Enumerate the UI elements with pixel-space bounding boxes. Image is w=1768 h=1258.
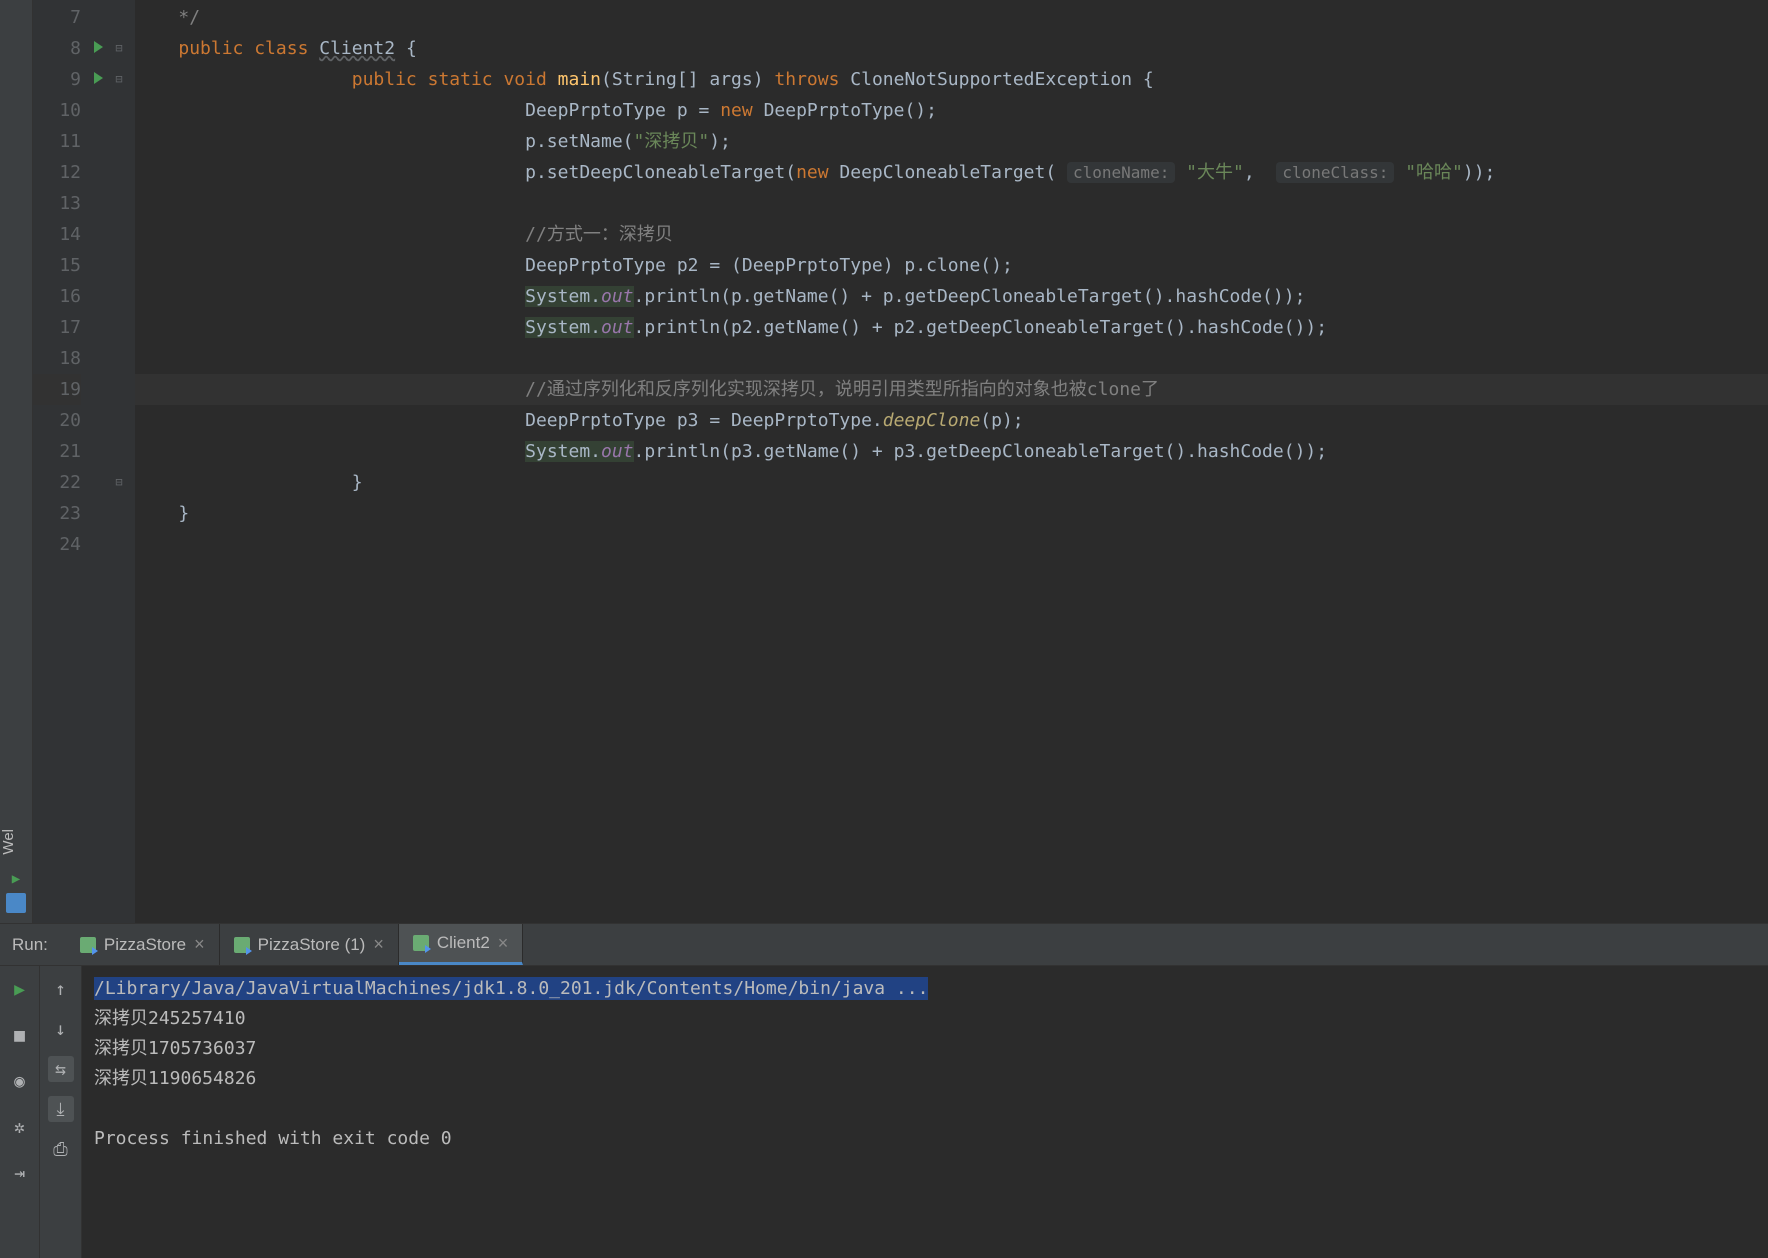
fold-marker[interactable]: ⊟ [103, 467, 135, 498]
code-line[interactable]: DeepPrptoType p3 = DeepPrptoType.deepClo… [135, 405, 1768, 436]
run-config-icon [234, 937, 250, 953]
code-line[interactable]: DeepPrptoType p2 = (DeepPrptoType) p.clo… [135, 250, 1768, 281]
fold-marker[interactable] [103, 405, 135, 436]
code-line[interactable]: } [135, 467, 1768, 498]
line-number[interactable]: 16 [33, 281, 81, 312]
run-gutter-icon[interactable] [94, 72, 103, 84]
run-gutter-icon[interactable] [94, 41, 103, 53]
line-number[interactable]: 24 [33, 529, 81, 560]
console-line: 深拷贝1190654826 [94, 1064, 1756, 1094]
bug-icon[interactable]: ✲ [7, 1114, 33, 1140]
close-icon[interactable]: × [498, 933, 509, 954]
code-editor[interactable]: */ public class Client2 { public static … [135, 0, 1768, 923]
line-number[interactable]: 7 [33, 2, 81, 33]
code-line[interactable]: System.out.println(p.getName() + p.getDe… [135, 281, 1768, 312]
code-line[interactable]: p.setName("深拷贝"); [135, 126, 1768, 157]
exit-icon[interactable]: ⇥ [7, 1160, 33, 1186]
fold-column[interactable]: ⊟⊟⊟ [103, 0, 135, 923]
fold-marker[interactable] [103, 250, 135, 281]
code-line[interactable] [135, 188, 1768, 219]
code-line[interactable]: */ [135, 2, 1768, 33]
fold-marker[interactable] [103, 529, 135, 560]
code-line[interactable]: public class Client2 { [135, 33, 1768, 64]
code-line[interactable]: //方式一：深拷贝 [135, 219, 1768, 250]
code-line[interactable]: System.out.println(p3.getName() + p3.get… [135, 436, 1768, 467]
run-panel: Run: PizzaStore×PizzaStore (1)×Client2× … [0, 923, 1768, 1258]
code-line[interactable]: System.out.println(p2.getName() + p2.get… [135, 312, 1768, 343]
code-line[interactable]: p.setDeepCloneableTarget(new DeepCloneab… [135, 157, 1768, 188]
console-line: 深拷贝245257410 [94, 1004, 1756, 1034]
run-toolbar-col1: ▶ ■ ◉ ✲ ⇥ [0, 966, 40, 1258]
line-number[interactable]: 11 [33, 126, 81, 157]
sidebar-label[interactable]: Wel [0, 823, 32, 861]
rerun-icon[interactable]: ▶ [7, 976, 33, 1002]
fold-marker[interactable] [103, 281, 135, 312]
fold-marker[interactable] [103, 312, 135, 343]
run-config-icon [413, 935, 429, 951]
fold-marker[interactable] [103, 126, 135, 157]
line-number[interactable]: 14 [33, 219, 81, 250]
line-number[interactable]: 19 [33, 374, 81, 405]
console-line: /Library/Java/JavaVirtualMachines/jdk1.8… [94, 974, 1756, 1004]
line-number[interactable]: 15 [33, 250, 81, 281]
line-number[interactable]: 20 [33, 405, 81, 436]
fold-marker[interactable] [103, 343, 135, 374]
code-line[interactable] [135, 343, 1768, 374]
fold-marker[interactable] [103, 95, 135, 126]
fold-marker[interactable]: ⊟ [103, 64, 135, 95]
run-tab-label: PizzaStore [104, 935, 186, 955]
run-tab-label: PizzaStore (1) [258, 935, 366, 955]
close-icon[interactable]: × [373, 934, 384, 955]
line-number[interactable]: 8 [33, 33, 81, 64]
fold-marker[interactable]: ⊟ [103, 33, 135, 64]
line-number[interactable]: 21 [33, 436, 81, 467]
line-number[interactable]: 17 [33, 312, 81, 343]
run-tab[interactable]: PizzaStore (1) × [220, 924, 399, 965]
play-icon[interactable]: ▶ [12, 871, 20, 887]
console-output[interactable]: /Library/Java/JavaVirtualMachines/jdk1.8… [82, 966, 1768, 1258]
line-number[interactable]: 13 [33, 188, 81, 219]
stop-icon[interactable]: ■ [7, 1022, 33, 1048]
fold-marker[interactable] [103, 374, 135, 405]
code-line[interactable]: } [135, 498, 1768, 529]
line-number-gutter[interactable]: 789101112131415161718192021222324 [33, 0, 103, 923]
fold-marker[interactable] [103, 219, 135, 250]
run-tab[interactable]: Client2 × [399, 924, 523, 965]
console-line: Process finished with exit code 0 [94, 1124, 1756, 1154]
run-tab[interactable]: PizzaStore × [66, 924, 220, 965]
scroll-to-end-icon[interactable]: ⤓ [48, 1096, 74, 1122]
arrow-up-icon[interactable]: ↑ [48, 976, 74, 1002]
line-number[interactable]: 23 [33, 498, 81, 529]
run-toolbar-col2: ↑ ↓ ⇆ ⤓ ⎙ [40, 966, 82, 1258]
soft-wrap-icon[interactable]: ⇆ [48, 1056, 74, 1082]
structure-icon[interactable] [6, 893, 26, 913]
code-line[interactable]: //通过序列化和反序列化实现深拷贝，说明引用类型所指向的对象也被clone了 [135, 374, 1768, 405]
close-icon[interactable]: × [194, 934, 205, 955]
code-line[interactable]: DeepPrptoType p = new DeepPrptoType(); [135, 95, 1768, 126]
left-tool-sidebar: Wel ▶ [0, 0, 33, 923]
run-tab-bar: Run: PizzaStore × PizzaStore (1) × Client2 × [0, 924, 1768, 966]
editor-area: Wel ▶ 789101112131415161718192021222324 … [0, 0, 1768, 923]
code-line[interactable] [135, 529, 1768, 560]
fold-marker[interactable] [103, 188, 135, 219]
line-number[interactable]: 10 [33, 95, 81, 126]
camera-icon[interactable]: ◉ [7, 1068, 33, 1094]
run-tab-label: Client2 [437, 933, 490, 953]
console-line: 深拷贝1705736037 [94, 1034, 1756, 1064]
fold-marker[interactable] [103, 436, 135, 467]
line-number[interactable]: 18 [33, 343, 81, 374]
console-line [94, 1094, 1756, 1124]
fold-marker[interactable] [103, 498, 135, 529]
arrow-down-icon[interactable]: ↓ [48, 1016, 74, 1042]
run-label: Run: [0, 935, 66, 955]
run-config-icon [80, 937, 96, 953]
fold-marker[interactable] [103, 157, 135, 188]
line-number[interactable]: 9 [33, 64, 81, 95]
fold-marker[interactable] [103, 2, 135, 33]
line-number[interactable]: 12 [33, 157, 81, 188]
print-icon[interactable]: ⎙ [48, 1136, 74, 1162]
code-line[interactable]: public static void main(String[] args) t… [135, 64, 1768, 95]
line-number[interactable]: 22 [33, 467, 81, 498]
